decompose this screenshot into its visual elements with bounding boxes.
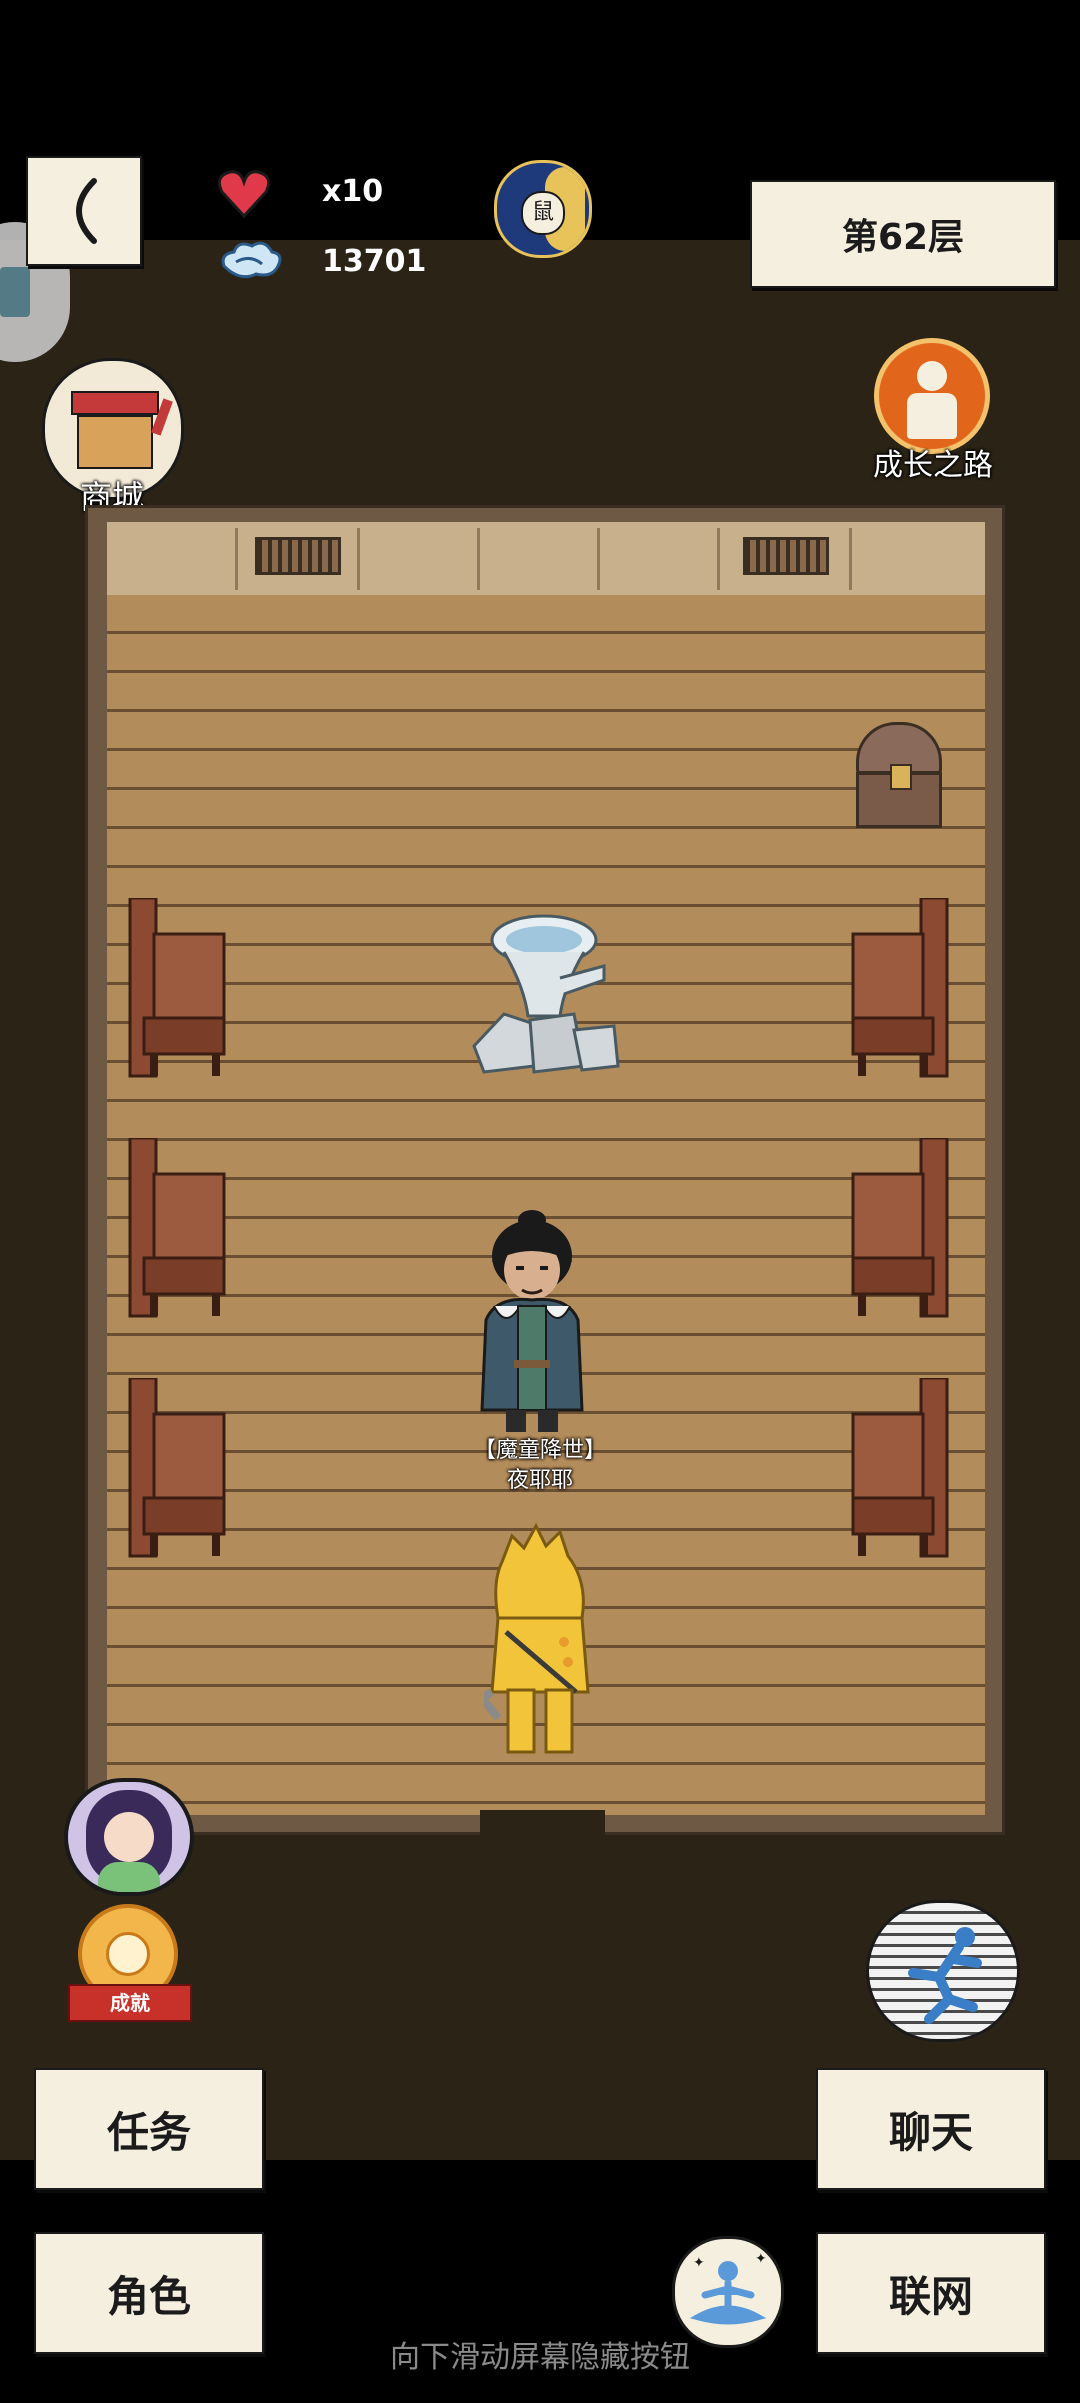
npc-character[interactable] [466, 1210, 598, 1436]
companion-avatar[interactable] [64, 1778, 194, 1896]
running-figure-icon [908, 1927, 982, 2024]
room-back-wall [107, 522, 985, 600]
svg-text:✦: ✦ [755, 2251, 767, 2267]
npc-title: 【魔童降世】 [473, 1438, 606, 1463]
armchair-right [851, 1138, 949, 1318]
back-icon [76, 178, 97, 244]
back-button[interactable] [26, 156, 142, 266]
meditation-figure-icon: ✦ ✦ [689, 2251, 767, 2325]
armchair-left [128, 898, 226, 1078]
cloud-icon [221, 241, 282, 279]
armchair-right [851, 898, 949, 1078]
currency-count: 13701 [322, 244, 427, 279]
armchair-left [128, 1378, 226, 1558]
player-character [484, 1522, 590, 1754]
zodiac-rat-moon-icon[interactable]: 鼠 [494, 160, 592, 258]
treasure-chest[interactable] [856, 722, 942, 834]
hearts-count: x10 [322, 174, 384, 209]
heart-icon [217, 170, 271, 219]
wall-vent [255, 537, 341, 575]
armchair-left [128, 1138, 226, 1318]
character-button-label: 角色 [106, 2271, 191, 2321]
room-doorway [480, 1810, 605, 1838]
npc-name: 夜耶耶 [506, 1468, 573, 1493]
shop-button[interactable]: 商城 [38, 358, 186, 518]
growth-road-icon [874, 338, 990, 454]
floor-label: 第62层 [750, 180, 1056, 288]
tasks-button[interactable]: 任务 [34, 2068, 264, 2190]
run-button[interactable] [866, 1900, 1020, 2042]
achievement-button[interactable]: 成就 [64, 1904, 192, 2022]
stone-water-basin[interactable] [464, 906, 624, 1078]
achievement-badge-text: 成就 [110, 1991, 150, 2015]
chat-button[interactable]: 聊天 [816, 2068, 1046, 2190]
hide-buttons-hint: 向下滑动屏幕隐藏按钮 [390, 2340, 690, 2375]
wall-vent [743, 537, 829, 575]
armchair-right [851, 1378, 949, 1558]
floor-label-text: 第62层 [841, 217, 965, 258]
growth-road-button[interactable]: 成长之路 [858, 334, 1008, 494]
chat-button-label: 聊天 [888, 2107, 973, 2157]
tasks-button-label: 任务 [106, 2107, 191, 2157]
growth-road-label: 成长之路 [873, 448, 993, 483]
achievement-badge: 成就 [68, 1984, 192, 2022]
svg-text:✦: ✦ [693, 2255, 705, 2271]
network-button-label: 联网 [888, 2271, 973, 2321]
